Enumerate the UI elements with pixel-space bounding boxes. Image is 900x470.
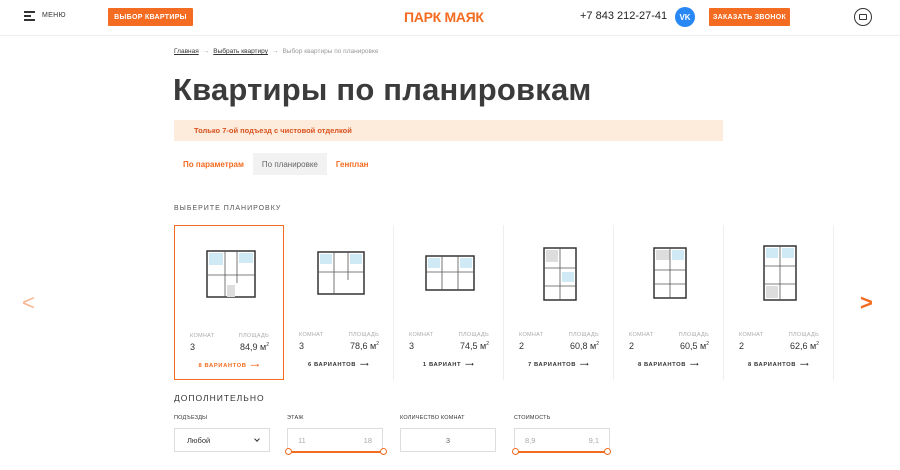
arrow-right-icon: ⟶ [465, 362, 475, 368]
notice-banner: Только 7-ой подъезд с чистовой отделкой [174, 120, 723, 141]
floor-slider-track [288, 451, 383, 453]
floor-max: 18 [363, 435, 372, 445]
variants-link[interactable]: 7 ВАРИАНТОВ ⟶ [504, 362, 613, 368]
area-value: 74,5 м2 [459, 341, 489, 351]
menu-label: МЕНЮ [42, 12, 66, 19]
request-call-button[interactable]: ЗАКАЗАТЬ ЗВОНОК [709, 8, 790, 26]
rooms-value: 3 [299, 341, 305, 351]
floor-range[interactable]: 11 18 [287, 428, 383, 452]
arrow-right-icon: ⟶ [360, 362, 369, 368]
floor-min: 11 [298, 435, 306, 445]
rooms-label: КОМНАТ [629, 332, 654, 338]
price-slider-track [515, 451, 610, 453]
breadcrumb-choose[interactable]: Выбрать квартиру [213, 48, 268, 55]
floor-plan-image [752, 242, 808, 304]
floor-plan-image [532, 242, 588, 304]
view-tabs: По параметрам По планировке Генплан [174, 153, 377, 175]
price-label: СТОИМОСТЬ [514, 415, 551, 421]
district-value: Любой [187, 435, 211, 445]
rooms-value: 2 [739, 341, 745, 351]
vk-icon[interactable]: VK [675, 7, 695, 27]
area-value: 60,8 м2 [569, 341, 599, 351]
variants-link[interactable]: 8 ВАРИАНТОВ ⟶ [724, 362, 833, 368]
floor-slider-min-handle[interactable] [285, 448, 292, 455]
rooms-value: 3 [445, 435, 451, 445]
layout-card[interactable]: КОМНАТ ПЛОЩАДЬ 3 78,6 м2 6 ВАРИАНТОВ ⟶ [284, 225, 394, 380]
price-max: 9,1 [588, 435, 599, 445]
phone-number[interactable]: +7 843 212-27-41 [580, 10, 667, 22]
price-min: 8,9 [525, 435, 536, 445]
menu-button[interactable]: МЕНЮ [24, 11, 66, 21]
floor-label: ЭТАЖ [287, 415, 304, 421]
arrow-right-icon: ⟶ [690, 362, 699, 368]
rooms-field[interactable]: 3 [400, 428, 496, 452]
floor-plan-image [642, 242, 698, 304]
layout-card[interactable]: КОМНАТ ПЛОЩАДЬ 2 62,6 м2 8 ВАРИАНТОВ ⟶ [724, 225, 834, 380]
rooms-label: КОЛИЧЕСТВО КОМНАТ [400, 415, 465, 421]
rooms-value: 2 [629, 341, 635, 351]
breadcrumb-separator: → [271, 48, 279, 55]
site-header: МЕНЮ ВЫБОР КВАРТИРЫ ПАРК МАЯК +7 843 212… [0, 0, 900, 36]
hamburger-icon [24, 11, 35, 21]
arrow-right-icon: ⟶ [800, 362, 809, 368]
choose-apartment-button[interactable]: ВЫБОР КВАРТИРЫ [108, 8, 193, 26]
area-label: ПЛОЩАДЬ [238, 333, 269, 339]
carousel-prev-arrow[interactable]: < [22, 292, 35, 314]
filters-title: ДОПОЛНИТЕЛЬНО [174, 393, 265, 403]
variants-link[interactable]: 8 ВАРИАНТОВ ⟶ [175, 363, 283, 369]
layout-card[interactable]: КОМНАТ ПЛОЩАДЬ 2 60,8 м2 7 ВАРИАНТОВ ⟶ [504, 225, 614, 380]
rooms-value: 2 [519, 341, 525, 351]
area-label: ПЛОЩАДЬ [788, 332, 819, 338]
layout-carousel: КОМНАТ ПЛОЩАДЬ 3 84,9 м2 8 ВАРИАНТОВ ⟶ КОМНАТ П… [174, 225, 834, 380]
price-range[interactable]: 8,9 9,1 [514, 428, 610, 452]
area-value: 84,9 м2 [239, 342, 269, 352]
price-slider-max-handle[interactable] [604, 448, 611, 455]
logo[interactable]: ПАРК МАЯК [404, 9, 484, 25]
rooms-label: КОМНАТ [409, 332, 434, 338]
arrow-right-icon: ⟶ [580, 362, 589, 368]
floor-slider-max-handle[interactable] [380, 448, 387, 455]
tab-masterplan[interactable]: Генплан [327, 153, 378, 175]
area-value: 78,6 м2 [349, 341, 379, 351]
floor-plan-image [312, 242, 368, 304]
rooms-label: КОМНАТ [739, 332, 764, 338]
section-label: ВЫБЕРИТЕ ПЛАНИРОВКУ [174, 205, 282, 212]
variants-link[interactable]: 1 ВАРИАНТ ⟶ [394, 362, 503, 368]
breadcrumb-home[interactable]: Главная [174, 48, 199, 55]
chevron-down-icon [254, 436, 260, 442]
area-label: ПЛОЩАДЬ [568, 332, 599, 338]
area-value: 62,6 м2 [789, 341, 819, 351]
area-label: ПЛОЩАДЬ [678, 332, 709, 338]
variants-link[interactable]: 8 ВАРИАНТОВ ⟶ [614, 362, 723, 368]
area-value: 60,5 м2 [679, 341, 709, 351]
district-label: ПОДЪЕЗДЫ [174, 415, 208, 421]
price-slider-min-handle[interactable] [512, 448, 519, 455]
rooms-label: КОМНАТ [519, 332, 544, 338]
page-title: Квартиры по планировкам [173, 72, 592, 107]
tab-by-layout[interactable]: По планировке [252, 153, 327, 175]
area-label: ПЛОЩАДЬ [348, 332, 379, 338]
floor-plan-image [203, 243, 259, 305]
breadcrumb-separator: → [202, 48, 210, 55]
rooms-value: 3 [190, 342, 196, 352]
variants-link[interactable]: 6 ВАРИАНТОВ ⟶ [284, 362, 393, 368]
arrow-right-icon: ⟶ [250, 363, 260, 369]
chat-icon[interactable] [854, 8, 872, 26]
layout-card[interactable]: КОМНАТ ПЛОЩАДЬ 3 74,5 м2 1 ВАРИАНТ ⟶ [394, 225, 504, 380]
floor-plan-image [422, 242, 478, 304]
district-select[interactable]: Любой [174, 428, 270, 452]
rooms-value: 3 [409, 341, 415, 351]
rooms-label: КОМНАТ [299, 332, 324, 338]
rooms-label: КОМНАТ [190, 333, 215, 339]
breadcrumb-current: Выбор квартиры по планировке [282, 48, 379, 55]
carousel-next-arrow[interactable]: > [860, 292, 873, 314]
layout-card[interactable]: КОМНАТ ПЛОЩАДЬ 2 60,5 м2 8 ВАРИАНТОВ ⟶ [614, 225, 724, 380]
breadcrumb: Главная → Выбрать квартиру → Выбор кварт… [174, 48, 379, 55]
layout-card[interactable]: КОМНАТ ПЛОЩАДЬ 3 84,9 м2 8 ВАРИАНТОВ ⟶ [174, 225, 284, 380]
area-label: ПЛОЩАДЬ [458, 332, 489, 338]
tab-by-parameters[interactable]: По параметрам [174, 153, 253, 175]
